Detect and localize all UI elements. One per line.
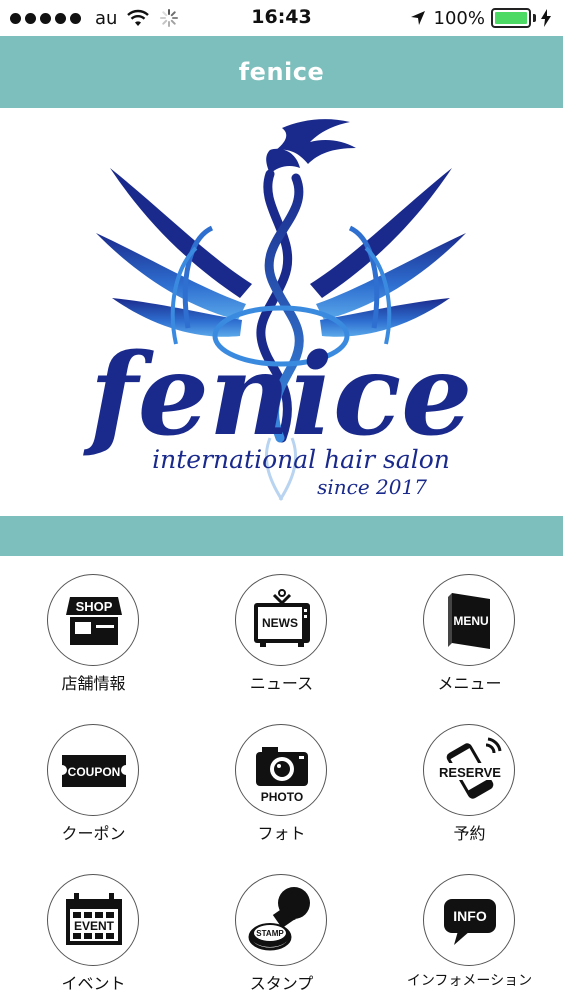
menu-item-label: スタンプ: [249, 974, 314, 993]
svg-text:PHOTO: PHOTO: [261, 790, 303, 804]
charging-bolt-icon: [541, 9, 551, 27]
camera-icon: PHOTO: [235, 724, 327, 816]
news-tv-icon: NEWS: [235, 574, 327, 666]
menu-grid: SHOP 店舗情報 NEWS ニュース MENU メニュー COUPON クーポ…: [0, 556, 563, 1000]
svg-text:INFO: INFO: [453, 908, 487, 924]
svg-text:EVENT: EVENT: [74, 919, 115, 933]
stamp-icon: STAMP: [235, 874, 327, 966]
menu-item-label: 予約: [453, 824, 486, 843]
menu-item-reserve[interactable]: RESERVE 予約: [376, 706, 563, 856]
coupon-icon: COUPON: [47, 724, 139, 816]
menu-item-label: クーポン: [61, 824, 126, 843]
status-right: 100%: [410, 7, 551, 29]
menu-item-photo[interactable]: PHOTO フォト: [188, 706, 375, 856]
info-bubble-icon: INFO: [423, 874, 515, 966]
logo-wordmark: fenice: [83, 330, 473, 461]
svg-text:SHOP: SHOP: [76, 599, 113, 614]
menu-item-label: フォト: [257, 824, 306, 843]
menu-item-menu[interactable]: MENU メニュー: [376, 556, 563, 706]
battery-tip: [533, 14, 536, 22]
menu-item-label: イベント: [61, 974, 126, 993]
menu-book-icon: MENU: [423, 574, 515, 666]
reserve-phone-icon: RESERVE: [423, 724, 515, 816]
menu-item-shop[interactable]: SHOP 店舗情報: [0, 556, 187, 706]
page-title: fenice: [238, 58, 325, 86]
svg-text:COUPON: COUPON: [68, 765, 121, 779]
location-arrow-icon: [410, 11, 425, 25]
menu-item-info[interactable]: INFO インフォメーション: [376, 856, 563, 1000]
phoenix-logo-icon: fenice international hair salon since 20…: [83, 119, 473, 501]
accent-band: [0, 516, 563, 556]
shop-icon: SHOP: [47, 574, 139, 666]
battery-icon: [491, 8, 531, 28]
battery-fill: [495, 12, 527, 24]
menu-item-label: メニュー: [437, 674, 502, 693]
status-bar: au 16:43 100%: [0, 0, 563, 36]
svg-text:MENU: MENU: [453, 614, 488, 628]
logo-tagline: international hair salon: [152, 445, 450, 474]
navigation-bar: fenice: [0, 36, 563, 108]
menu-item-label: ニュース: [249, 674, 314, 693]
menu-item-label: インフォメーション: [406, 973, 533, 989]
event-calendar-icon: EVENT: [47, 874, 139, 966]
menu-item-coupon[interactable]: COUPON クーポン: [0, 706, 187, 856]
battery-percent: 100%: [433, 7, 485, 29]
menu-item-stamp[interactable]: STAMP スタンプ: [188, 856, 375, 1000]
salon-logo: fenice international hair salon since 20…: [0, 108, 563, 516]
menu-item-label: 店舗情報: [61, 674, 126, 693]
menu-item-news[interactable]: NEWS ニュース: [188, 556, 375, 706]
svg-text:RESERVE: RESERVE: [439, 765, 501, 780]
svg-text:NEWS: NEWS: [262, 616, 298, 630]
logo-since: since 2017: [317, 475, 427, 499]
svg-text:STAMP: STAMP: [256, 929, 284, 938]
menu-item-event[interactable]: EVENT イベント: [0, 856, 187, 1000]
